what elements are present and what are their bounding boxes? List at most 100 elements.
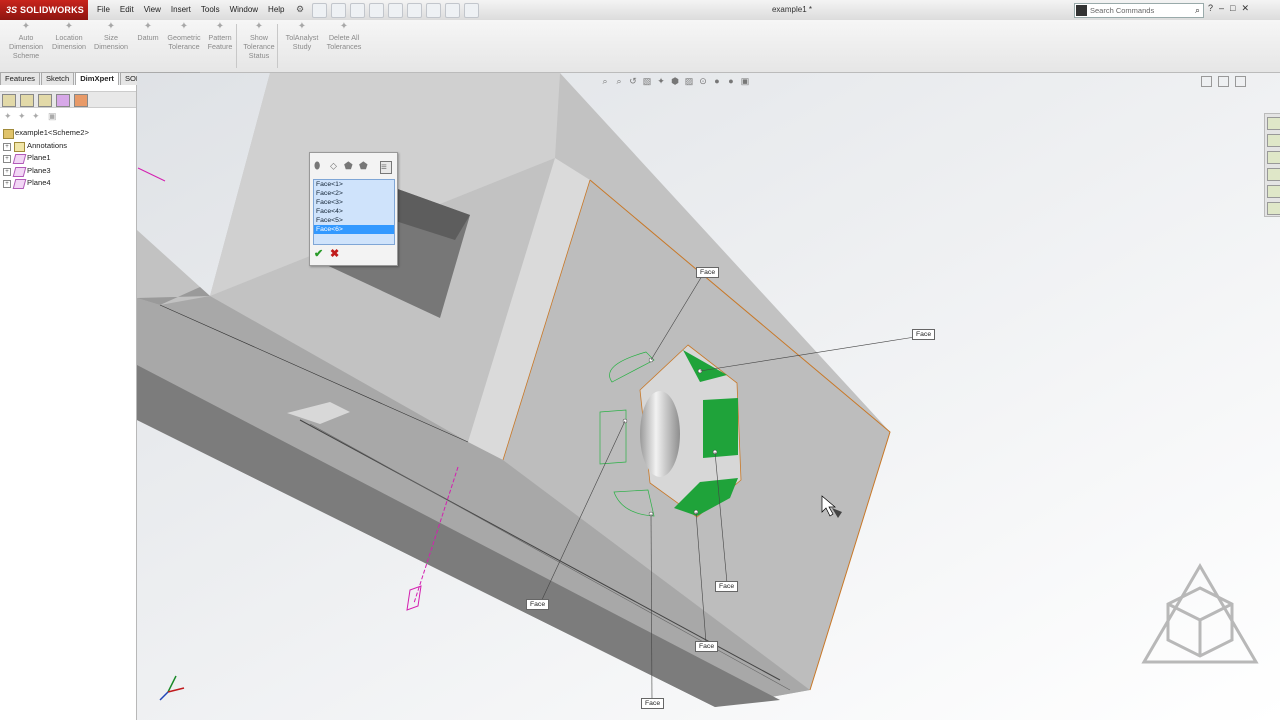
view-orientation-icon[interactable]: ⬢ xyxy=(670,76,680,86)
tree-item[interactable]: + Annotations xyxy=(0,140,136,153)
options-icon[interactable] xyxy=(464,3,479,18)
tab-dimxpert[interactable]: DimXpert xyxy=(75,72,119,85)
apply-scene-icon[interactable]: ● xyxy=(726,76,736,86)
restore-icon[interactable]: □ xyxy=(1230,3,1235,14)
edit-appearance-icon[interactable]: ● xyxy=(712,76,722,86)
face-selection-box[interactable]: ⬮ ⬦ ⬟ ⬟ ≡ Face<1> Face<2> Face<3> Face<4> Fa… xyxy=(309,152,398,266)
solidworks-logo[interactable]: 3S SOLIDWORKS xyxy=(0,0,88,20)
viewport-minimize-icon[interactable] xyxy=(1201,76,1212,87)
menu-file[interactable]: File xyxy=(92,0,115,20)
tolanalyst-tool-icon[interactable]: ▣ xyxy=(48,111,58,121)
ok-button[interactable]: ✔ xyxy=(314,247,323,260)
configuration-manager-tab-icon[interactable] xyxy=(38,94,52,107)
rebuild-icon[interactable] xyxy=(426,3,441,18)
tree-item-label: example1<Scheme2> xyxy=(15,128,89,137)
viewport-close-icon[interactable] xyxy=(1235,76,1246,87)
tree-item[interactable]: example1<Scheme2> xyxy=(0,127,136,140)
zoom-to-fit-icon[interactable]: ⌕ xyxy=(600,76,610,86)
zoom-to-area-icon[interactable]: ⌕ xyxy=(614,76,624,86)
open-icon[interactable] xyxy=(331,3,346,18)
menu-tools[interactable]: Tools xyxy=(196,0,225,20)
cylinder-filter-icon[interactable]: ⬮ xyxy=(314,161,324,172)
tree-item[interactable]: + Plane1 xyxy=(0,152,136,165)
pattern-filter-icon[interactable]: ⬟ xyxy=(344,161,354,172)
face-callout[interactable]: Face xyxy=(641,698,665,709)
size-dimension-button[interactable]: ✦ Size Dimension xyxy=(94,22,128,52)
expand-icon[interactable]: + xyxy=(3,167,11,176)
feature-manager-tab-icon[interactable] xyxy=(2,94,16,107)
menu-view[interactable]: View xyxy=(139,0,166,20)
print-icon[interactable] xyxy=(369,3,384,18)
save-icon[interactable] xyxy=(350,3,365,18)
dimxpert-manager-tab-icon[interactable] xyxy=(56,94,70,107)
menu-insert[interactable]: Insert xyxy=(166,0,196,20)
geometric-tolerance-icon: ✦ xyxy=(179,21,189,32)
hide-show-items-icon[interactable]: ⊙ xyxy=(698,76,708,86)
auto-dimension-scheme-button[interactable]: ✦ Auto Dimension Scheme xyxy=(8,22,44,61)
search-icon[interactable]: ⌕ xyxy=(1195,4,1200,17)
tolerance-tool-icon[interactable]: ✦ xyxy=(18,111,28,121)
menu-edit[interactable]: Edit xyxy=(115,0,139,20)
list-view-icon[interactable]: ≡ xyxy=(380,161,392,174)
custom-properties-icon[interactable] xyxy=(1267,202,1280,215)
copy-scheme-icon[interactable]: ✦ xyxy=(32,111,42,121)
selection-list-item[interactable]: Face<4> xyxy=(314,207,394,216)
expand-icon[interactable]: + xyxy=(3,180,11,188)
cancel-button[interactable]: ✖ xyxy=(330,247,339,260)
tree-item[interactable]: + Plane3 xyxy=(0,165,136,178)
undo-icon[interactable] xyxy=(388,3,403,18)
face-callout[interactable]: Face xyxy=(715,581,739,592)
menu-help[interactable]: Help xyxy=(263,0,289,20)
selection-list-item[interactable]: Face<5> xyxy=(314,216,394,225)
geometric-tolerance-button[interactable]: ✦ Geometric Tolerance xyxy=(165,21,203,52)
new-document-icon[interactable] xyxy=(312,3,327,18)
face-callout[interactable]: Face xyxy=(912,329,936,340)
tab-sketch[interactable]: Sketch xyxy=(40,72,75,85)
view-palette-icon[interactable] xyxy=(1267,168,1280,181)
file-properties-icon[interactable] xyxy=(445,3,460,18)
through-hole[interactable] xyxy=(640,391,680,477)
pattern-feature-button[interactable]: ✦ Pattern Feature xyxy=(206,22,234,52)
property-manager-tab-icon[interactable] xyxy=(20,94,34,107)
appearances-icon[interactable] xyxy=(1267,185,1280,198)
menu-window[interactable]: Window xyxy=(225,0,263,20)
green-face-2[interactable] xyxy=(703,398,738,458)
show-tolerance-status-button[interactable]: ✦ Show Tolerance Status xyxy=(241,22,277,61)
delete-all-tolerances-button[interactable]: ✦ Delete All Tolerances xyxy=(323,22,365,52)
auto-scheme-tool-icon[interactable]: ✦ xyxy=(4,111,14,121)
display-manager-tab-icon[interactable] xyxy=(74,94,88,107)
counterbore-filter-icon[interactable]: ⬦ xyxy=(330,161,340,172)
tab-features[interactable]: Features xyxy=(0,72,40,85)
selection-list-item[interactable]: Face<2> xyxy=(314,189,394,198)
close-icon[interactable]: ✕ xyxy=(1241,3,1249,14)
face-callout[interactable]: Face xyxy=(696,267,720,278)
search-input[interactable]: Search Commands xyxy=(1090,4,1154,17)
view-settings-icon[interactable]: ▣ xyxy=(740,76,750,86)
file-explorer-icon[interactable] xyxy=(1267,151,1280,164)
expand-icon[interactable]: + xyxy=(3,155,11,163)
selection-list-item[interactable]: Face<3> xyxy=(314,198,394,207)
minimize-icon[interactable]: – xyxy=(1219,3,1224,14)
tolanalyst-study-button[interactable]: ✦ TolAnalyst Study xyxy=(282,22,322,52)
location-dimension-button[interactable]: ✦ Location Dimension xyxy=(50,22,88,52)
pin-icon[interactable]: ⚙ xyxy=(296,4,304,15)
face-filter-icon[interactable]: ⬟ xyxy=(359,161,369,172)
face-callout[interactable]: Face xyxy=(695,641,719,652)
selection-list-item[interactable]: Face<1> xyxy=(314,180,394,189)
viewport-restore-icon[interactable] xyxy=(1218,76,1229,87)
expand-icon[interactable]: + xyxy=(3,142,11,151)
solidworks-resources-icon[interactable] xyxy=(1267,117,1280,130)
dynamic-annotation-icon[interactable]: ✦ xyxy=(656,76,666,86)
section-view-icon[interactable]: ▧ xyxy=(642,76,652,86)
face-callout[interactable]: Face xyxy=(526,599,550,610)
select-icon[interactable] xyxy=(407,3,422,18)
display-style-icon[interactable]: ▨ xyxy=(684,76,694,86)
search-commands-box[interactable]: Search Commands ⌕ xyxy=(1074,3,1204,18)
selection-list-item[interactable]: Face<6> xyxy=(314,225,394,234)
search-mode-icon[interactable] xyxy=(1076,5,1087,16)
help-icon[interactable]: ? xyxy=(1208,3,1213,14)
datum-button[interactable]: ✦ Datum xyxy=(135,22,161,43)
tree-item[interactable]: + Plane4 xyxy=(0,177,136,190)
design-library-icon[interactable] xyxy=(1267,134,1280,147)
previous-view-icon[interactable]: ↺ xyxy=(628,76,638,86)
